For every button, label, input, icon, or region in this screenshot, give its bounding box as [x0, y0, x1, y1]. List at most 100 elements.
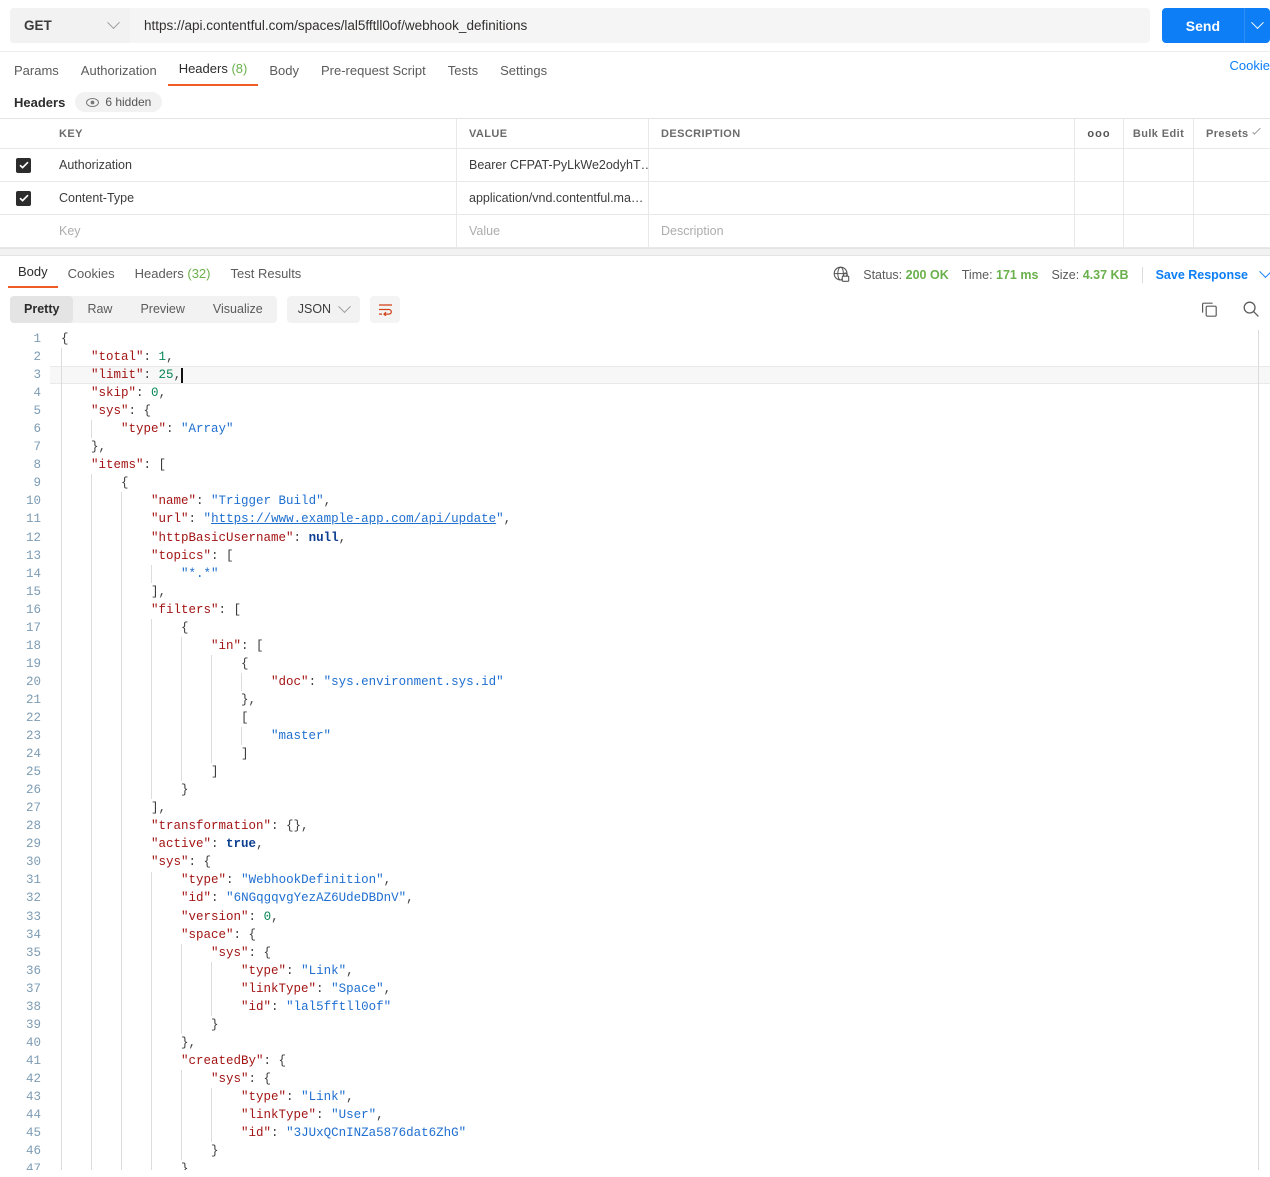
response-tab-body[interactable]: Body: [8, 264, 58, 288]
hidden-headers-toggle[interactable]: 6 hidden: [75, 92, 163, 112]
new-header-value-input[interactable]: Value: [457, 215, 649, 247]
line-number: 6: [33, 422, 41, 437]
header-description[interactable]: [649, 149, 1075, 181]
tab-settings[interactable]: Settings: [489, 63, 558, 86]
line-number: 29: [25, 837, 41, 852]
code-token: "httpBasicUsername": [151, 530, 294, 545]
tab-headers[interactable]: Headers (8): [167, 61, 259, 86]
chevron-down-icon[interactable]: [1259, 265, 1270, 279]
bulk-edit-button[interactable]: Bulk Edit: [1124, 119, 1194, 148]
response-body-editor[interactable]: 1 2 3 4 5 6 7 8 9 10 11 12 13 14 15 16 17 18 19 20 21 22 23 24 2…: [0, 330, 1270, 1170]
code-token: "doc": [271, 674, 309, 689]
size-group: Size: 4.37 KB: [1051, 268, 1128, 282]
code-token: : {: [188, 855, 212, 870]
code-token[interactable]: https://www.example-app.com/api/update: [211, 512, 496, 526]
response-format-select[interactable]: JSON: [286, 295, 361, 323]
response-tab-headers[interactable]: Headers (32): [125, 266, 221, 288]
code-content[interactable]: { "total": 1, "limit": 25, "skip": 0, "s…: [50, 330, 1270, 1170]
code-line: "type": "Array": [61, 420, 1270, 438]
row-checkbox[interactable]: [16, 157, 31, 173]
tab-pre-request-script[interactable]: Pre-request Script: [310, 63, 437, 86]
code-line: "items": [: [61, 456, 1270, 474]
header-value[interactable]: application/vnd.contentful.ma…: [457, 182, 649, 214]
view-mode-preview[interactable]: Preview: [126, 296, 198, 323]
code-token: : {: [233, 927, 257, 942]
header-key[interactable]: Content-Type: [47, 182, 457, 214]
code-line: "sys": {: [61, 853, 1270, 871]
tab-body[interactable]: Body: [258, 63, 310, 86]
code-token: "sys.environment.sys.id": [323, 674, 504, 689]
line-number: 4: [33, 386, 41, 401]
response-tab-test-results[interactable]: Test Results: [221, 266, 312, 288]
code-token: ,: [338, 530, 347, 545]
send-button[interactable]: Send: [1161, 8, 1244, 43]
line-number: 35: [25, 945, 41, 960]
line-number: 5: [33, 404, 41, 419]
code-line: {: [61, 619, 1270, 637]
request-tabs: Params Authorization Headers (8) Body Pr…: [0, 52, 1270, 86]
new-header-row[interactable]: Key Value Description: [0, 215, 1270, 248]
view-mode-raw[interactable]: Raw: [73, 296, 126, 323]
request-url-bar: GET Send: [0, 0, 1270, 52]
more-options-button[interactable]: ooo: [1075, 119, 1124, 148]
code-token: "sys": [151, 855, 189, 870]
response-tab-cookies[interactable]: Cookies: [58, 266, 125, 288]
ellipsis-icon: ooo: [1087, 127, 1111, 140]
code-token: ,: [256, 837, 264, 852]
code-token: :: [196, 494, 212, 509]
size-label: Size:: [1051, 267, 1080, 282]
line-number: 14: [25, 566, 41, 581]
url-input[interactable]: [130, 8, 1150, 43]
code-token: :: [136, 386, 152, 401]
cookies-link[interactable]: Cookie: [1230, 58, 1270, 73]
row-checkbox[interactable]: [16, 190, 31, 206]
row-spacer: [1124, 182, 1194, 214]
row-spacer: [1194, 149, 1270, 181]
line-number: 34: [25, 927, 41, 942]
http-method-select[interactable]: GET: [10, 8, 130, 43]
code-token: :: [316, 1108, 332, 1123]
line-number: 36: [25, 963, 41, 978]
send-options-button[interactable]: [1244, 8, 1270, 43]
code-token: ,: [406, 891, 414, 906]
code-line: },: [61, 691, 1270, 709]
code-token: ": [496, 512, 504, 527]
line-number: 9: [33, 476, 41, 491]
code-token: "id": [241, 999, 272, 1014]
pane-divider[interactable]: [0, 248, 1270, 256]
header-description[interactable]: [649, 182, 1075, 214]
editor-right-border: [1258, 330, 1259, 1170]
tab-params[interactable]: Params: [14, 63, 70, 86]
tab-authorization[interactable]: Authorization: [70, 63, 168, 86]
wrap-lines-button[interactable]: [370, 295, 401, 323]
table-row[interactable]: Authorization Bearer CFPAT-PyLkWe2odyhT…: [0, 149, 1270, 182]
code-line: "limit": 25,: [61, 366, 1270, 384]
header-value[interactable]: Bearer CFPAT-PyLkWe2odyhT…: [457, 149, 649, 181]
new-header-key-input[interactable]: Key: [47, 215, 457, 247]
view-mode-visualize[interactable]: Visualize: [199, 296, 277, 323]
code-token: }: [211, 1144, 219, 1159]
header-key[interactable]: Authorization: [47, 149, 457, 181]
line-number: 25: [25, 765, 41, 780]
code-line: ],: [61, 583, 1270, 601]
code-token: ,: [158, 386, 167, 401]
code-token: :: [211, 837, 227, 852]
code-token: {: [61, 332, 69, 346]
code-token: ,: [271, 909, 279, 924]
copy-button[interactable]: [1201, 301, 1218, 318]
code-token: "lal5fftll0of": [286, 999, 392, 1014]
code-token: ,: [383, 981, 392, 996]
view-mode-pretty[interactable]: Pretty: [10, 295, 74, 323]
code-token: "linkType": [241, 1108, 317, 1123]
presets-button[interactable]: Presets: [1194, 119, 1270, 148]
code-token: null: [308, 530, 339, 545]
save-response-button[interactable]: Save Response: [1156, 268, 1248, 282]
code-line: "sys": {: [61, 1070, 1270, 1088]
code-line: },: [61, 1034, 1270, 1052]
search-button[interactable]: [1242, 300, 1260, 318]
code-token: :: [308, 674, 324, 689]
tab-tests[interactable]: Tests: [437, 63, 489, 86]
line-number: 43: [25, 1089, 41, 1104]
table-row[interactable]: Content-Type application/vnd.contentful.…: [0, 182, 1270, 215]
new-header-description-input[interactable]: Description: [649, 215, 1075, 247]
